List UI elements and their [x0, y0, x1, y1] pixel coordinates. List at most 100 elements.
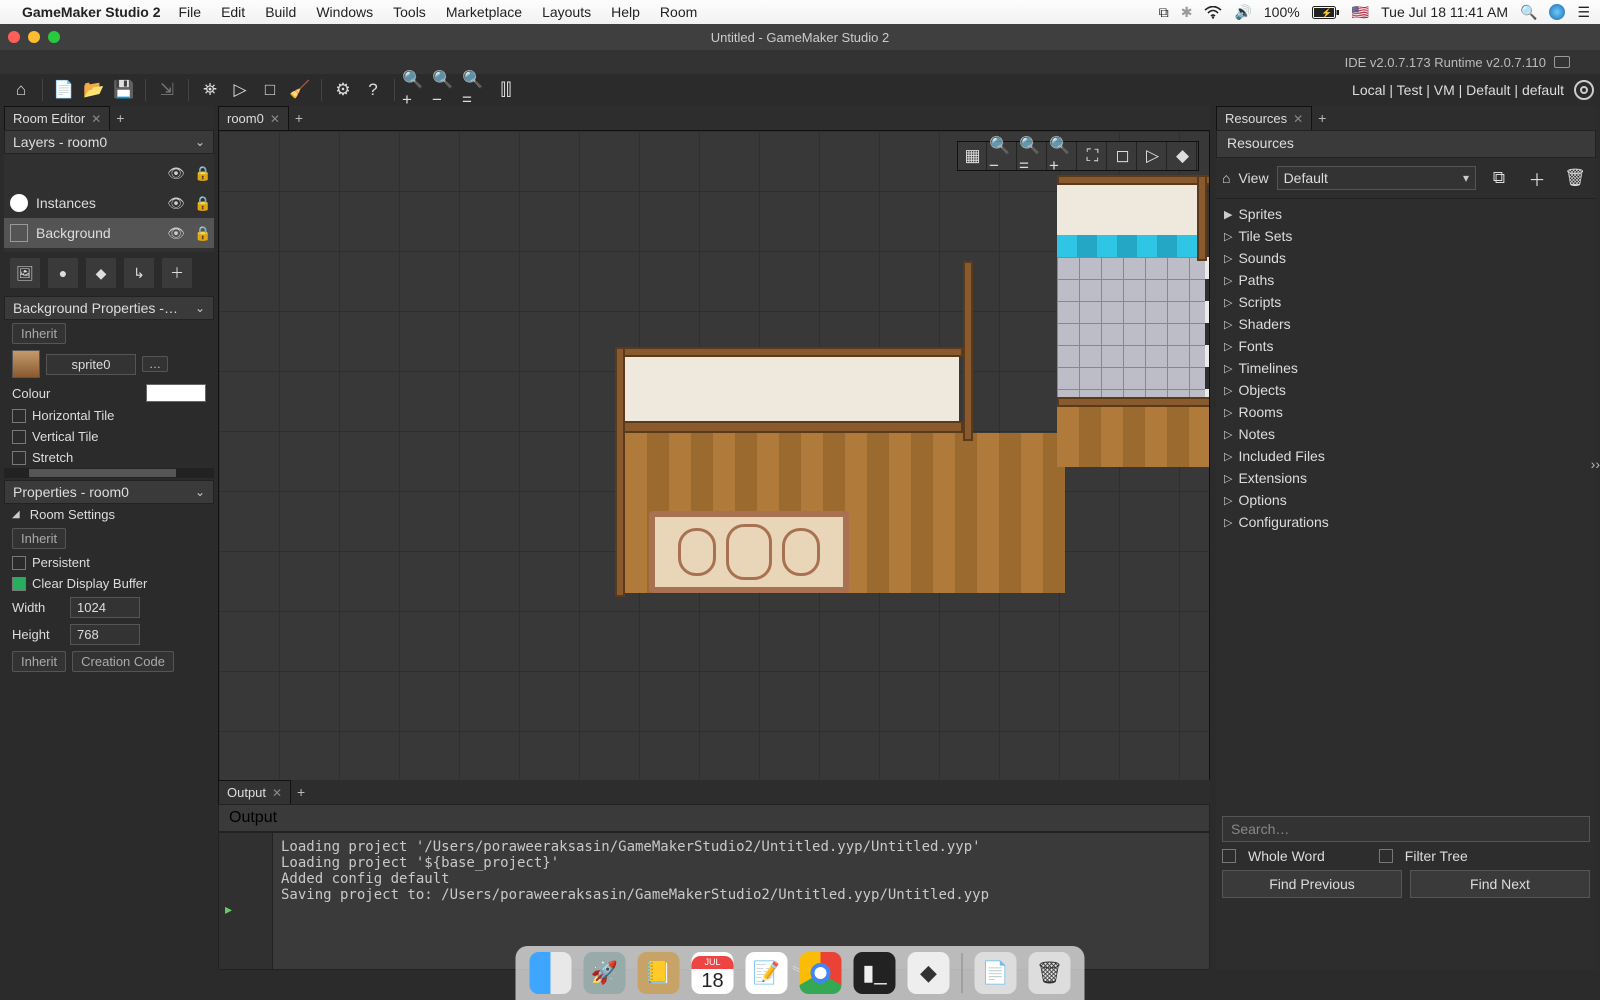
inherit-button[interactable]: Inherit	[12, 323, 66, 344]
new-view-button[interactable]: ＋	[1523, 164, 1551, 192]
tree-item-configurations[interactable]: ▷Configurations	[1218, 511, 1594, 533]
notifications-indicator-icon[interactable]	[1554, 56, 1570, 68]
docking-button[interactable]: ⫿⫿	[492, 76, 520, 104]
tree-item-notes[interactable]: ▷Notes	[1218, 423, 1594, 445]
menu-marketplace[interactable]: Marketplace	[436, 4, 532, 20]
dock-calendar[interactable]: JUL18	[692, 952, 734, 994]
copy-view-button[interactable]: ⧉	[1485, 164, 1513, 192]
tree-item-sounds[interactable]: ▷Sounds	[1218, 247, 1594, 269]
stop-button[interactable]: □	[256, 76, 284, 104]
clean-button[interactable]: 🧹	[286, 76, 314, 104]
new-button[interactable]: 📄	[50, 76, 78, 104]
tab-output[interactable]: Output ✕	[218, 780, 291, 804]
layer-row-background[interactable]: Background 👁 🔒	[4, 218, 214, 248]
spotlight-icon[interactable]: 🔍	[1520, 4, 1537, 21]
menu-help[interactable]: Help	[601, 4, 650, 20]
grid-toggle-button[interactable]: ▦	[959, 142, 987, 170]
dock-expand-icon[interactable]: ››	[1591, 456, 1600, 472]
layer-row-instances[interactable]: Instances 👁 🔒	[4, 188, 214, 218]
close-icon[interactable]: ✕	[91, 112, 101, 126]
zoom-out-button[interactable]: 🔍−	[432, 76, 460, 104]
roomprops-header[interactable]: Properties - room0 ⌄	[4, 480, 214, 504]
inherit-button-2[interactable]: Inherit	[12, 651, 66, 672]
target-manager-icon[interactable]	[1574, 80, 1594, 100]
visibility-icon[interactable]: 👁	[166, 225, 186, 242]
visibility-icon[interactable]: 👁	[166, 195, 186, 212]
add-tab-button[interactable]: +	[289, 106, 309, 130]
dock-document[interactable]: 📄	[975, 952, 1017, 994]
tree-item-scripts[interactable]: ▷Scripts	[1218, 291, 1594, 313]
tree-item-extensions[interactable]: ▷Extensions	[1218, 467, 1594, 489]
sprite-more-button[interactable]: …	[142, 356, 168, 372]
zoom-reset-button[interactable]: 🔍=	[462, 76, 490, 104]
zoom-in-button[interactable]: 🔍+	[402, 76, 430, 104]
open-button[interactable]: 📂	[80, 76, 108, 104]
close-icon[interactable]: ✕	[272, 786, 282, 800]
targets-text[interactable]: Local | Test | VM | Default | default	[1352, 82, 1564, 98]
canvas-layers-button[interactable]: ◆	[1169, 142, 1197, 170]
visibility-icon[interactable]: 👁	[166, 165, 186, 182]
canvas-zoom-reset-button[interactable]: 🔍=	[1019, 142, 1047, 170]
layer-row-blank[interactable]: 👁 🔒	[4, 158, 214, 188]
tree-item-shaders[interactable]: ▷Shaders	[1218, 313, 1594, 335]
scrollbar[interactable]	[4, 468, 214, 478]
disclosure-triangle-icon[interactable]: ◢	[12, 509, 20, 520]
debug-button[interactable]: ⛯	[196, 76, 224, 104]
clock[interactable]: Tue Jul 18 11:41 AM	[1381, 4, 1508, 20]
view-select[interactable]: Default ▾	[1277, 166, 1476, 190]
canvas-fit-button[interactable]: ⛶	[1079, 142, 1107, 170]
delete-view-button[interactable]: 🗑	[1561, 164, 1589, 192]
tab-room0[interactable]: room0 ✕	[218, 106, 289, 130]
canvas-play-button[interactable]: ▷	[1139, 142, 1167, 170]
menu-edit[interactable]: Edit	[211, 4, 255, 20]
tree-item-tilesets[interactable]: ▷Tile Sets	[1218, 225, 1594, 247]
run-button[interactable]: ▷	[226, 76, 254, 104]
tab-resources[interactable]: Resources ✕	[1216, 106, 1312, 130]
menu-windows[interactable]: Windows	[306, 4, 383, 20]
add-background-layer-button[interactable]: 🖼	[10, 258, 40, 288]
chevron-down-icon[interactable]: ⌄	[195, 135, 205, 149]
menu-build[interactable]: Build	[255, 4, 306, 20]
screen-share-icon[interactable]: ⧉	[1159, 4, 1169, 21]
dock-launchpad[interactable]: 🚀	[584, 952, 626, 994]
import-button[interactable]: ⇲	[153, 76, 181, 104]
height-field[interactable]: 768	[70, 624, 140, 645]
notifications-icon[interactable]: ☰	[1577, 4, 1590, 21]
width-field[interactable]: 1024	[70, 597, 140, 618]
tree-item-fonts[interactable]: ▷Fonts	[1218, 335, 1594, 357]
flag-icon[interactable]: 🇺🇸	[1352, 4, 1369, 21]
dock-contacts[interactable]: 📒	[638, 952, 680, 994]
save-button[interactable]: 💾	[110, 76, 138, 104]
volume-icon[interactable]: 🔊	[1234, 4, 1251, 21]
app-name[interactable]: GameMaker Studio 2	[22, 4, 161, 20]
dock-chrome[interactable]	[800, 952, 842, 994]
menu-file[interactable]: File	[169, 4, 212, 20]
add-tab-button[interactable]: +	[110, 106, 130, 130]
canvas-select-button[interactable]: ◻	[1109, 142, 1137, 170]
dock-finder[interactable]	[530, 952, 572, 994]
close-icon[interactable]: ✕	[1293, 112, 1303, 126]
find-next-button[interactable]: Find Next	[1410, 870, 1590, 898]
lock-icon[interactable]: 🔒	[194, 225, 208, 242]
preferences-button[interactable]: ⚙	[329, 76, 357, 104]
output-gutter[interactable]: ▸	[219, 833, 273, 969]
tree-item-included-files[interactable]: ▷Included Files	[1218, 445, 1594, 467]
menu-tools[interactable]: Tools	[383, 4, 436, 20]
persistent-checkbox[interactable]	[12, 556, 26, 570]
stretch-checkbox[interactable]	[12, 451, 26, 465]
search-input[interactable]: Search…	[1222, 816, 1590, 842]
close-window-button[interactable]	[8, 31, 20, 43]
creation-code-button[interactable]: Creation Code	[72, 651, 174, 672]
chevron-down-icon[interactable]: ⌄	[195, 301, 205, 315]
chevron-down-icon[interactable]: ⌄	[195, 485, 205, 499]
add-path-layer-button[interactable]: ↳	[124, 258, 154, 288]
sprite-thumb[interactable]	[12, 350, 40, 378]
colour-picker[interactable]	[146, 384, 206, 402]
menu-room[interactable]: Room	[650, 4, 707, 20]
tree-item-timelines[interactable]: ▷Timelines	[1218, 357, 1594, 379]
vtile-checkbox[interactable]	[12, 430, 26, 444]
battery-icon[interactable]: ⚡	[1312, 6, 1340, 19]
find-previous-button[interactable]: Find Previous	[1222, 870, 1402, 898]
bluetooth-icon[interactable]: ✱	[1181, 4, 1193, 21]
tree-item-sprites[interactable]: ▶Sprites	[1218, 203, 1594, 225]
